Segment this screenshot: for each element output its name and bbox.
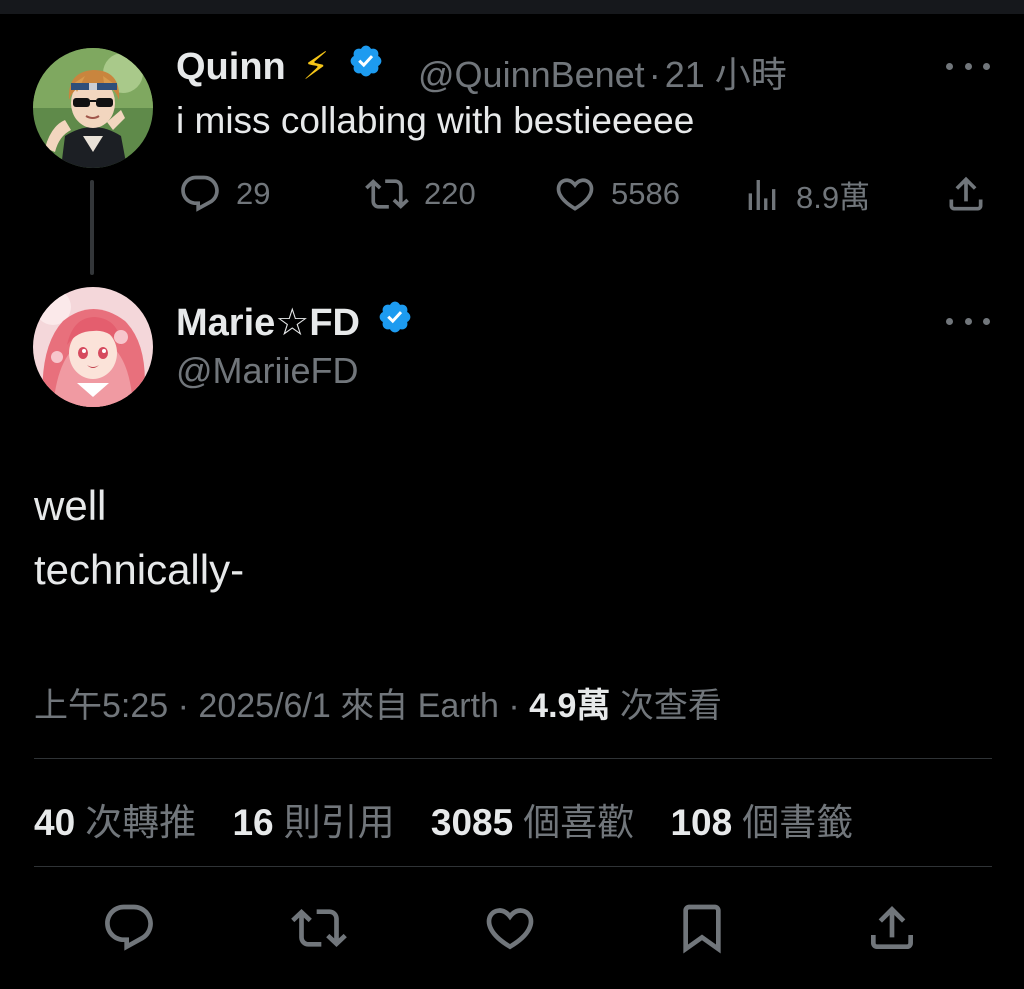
- stat-bookmarks[interactable]: 108 個書籤: [670, 792, 853, 846]
- share-button-main[interactable]: [864, 900, 920, 956]
- retweet-button-main[interactable]: [291, 900, 347, 956]
- tweet-time[interactable]: 21 小時: [665, 54, 787, 95]
- retweet-count: 220: [424, 176, 476, 211]
- tweet-time[interactable]: 上午5:25: [34, 687, 168, 725]
- share-icon: [871, 906, 913, 949]
- reply-parent-text: i miss collabing with bestieeeee: [176, 100, 695, 141]
- lightning-emoji: ⚡: [302, 46, 330, 88]
- stat-quotes[interactable]: 16 則引用: [232, 792, 394, 846]
- author-name-quinn[interactable]: Quinn ⚡: [176, 44, 384, 89]
- divider-top: [34, 758, 992, 759]
- tweet-date[interactable]: 2025/6/1: [198, 687, 330, 725]
- stat-retweets[interactable]: 40 次轉推: [34, 792, 196, 846]
- stat-label: 則引用: [283, 802, 395, 843]
- author-name-marie[interactable]: Marie☆FD: [176, 300, 413, 345]
- reply-icon: [181, 175, 219, 212]
- views-icon: [748, 179, 776, 210]
- author-name-text[interactable]: Quinn: [176, 46, 286, 88]
- stat-label: 個書籤: [742, 802, 854, 843]
- like-count: 5586: [611, 176, 680, 211]
- avatar-quinn[interactable]: [33, 48, 153, 168]
- tweet-stats: 40 次轉推 16 則引用 3085 個喜歡 108 個書籤: [34, 792, 879, 846]
- handle-text[interactable]: @QuinnBenet: [418, 54, 645, 95]
- stat-number: 16: [232, 802, 274, 843]
- stat-label: 個喜歡: [523, 802, 635, 843]
- author-handle-quinn[interactable]: @QuinnBenet · 21 小時: [418, 46, 787, 98]
- retweet-icon: [365, 179, 409, 209]
- reply-icon: [105, 904, 153, 951]
- stat-likes[interactable]: 3085 個喜歡: [431, 792, 634, 846]
- stat-number: 3085: [430, 802, 514, 843]
- views-button[interactable]: 8.9萬: [742, 172, 870, 217]
- author-handle-marie[interactable]: @MariieFD: [176, 350, 359, 392]
- bookmark-button-main[interactable]: [674, 900, 730, 956]
- more-icon[interactable]: [946, 56, 990, 76]
- tweet-text-line-2: technically-: [34, 546, 245, 593]
- top-bar: [0, 0, 1024, 14]
- views-label: 次查看: [619, 687, 722, 725]
- tweet-text-line-1: well: [34, 482, 107, 529]
- views-count: 8.9萬: [796, 180, 871, 215]
- separator: ·: [648, 54, 661, 95]
- verified-badge-icon: [377, 299, 413, 345]
- tweet-source: 來自 Earth: [340, 687, 499, 725]
- share-button[interactable]: [944, 172, 988, 216]
- share-icon: [949, 176, 983, 211]
- thread-connector-line: [90, 180, 94, 275]
- retweet-icon: [291, 909, 347, 947]
- like-button-main[interactable]: [482, 900, 538, 956]
- reply-button[interactable]: 29: [178, 172, 270, 216]
- author-name-text[interactable]: Marie☆FD: [176, 302, 360, 344]
- retweet-button[interactable]: 220: [364, 172, 476, 216]
- more-icon[interactable]: [946, 311, 990, 331]
- stat-number: 108: [670, 802, 733, 843]
- verified-badge-icon: [348, 43, 384, 89]
- stat-number: 40: [34, 802, 76, 843]
- bookmark-icon: [683, 904, 721, 954]
- stat-label: 次轉推: [85, 802, 197, 843]
- divider-bottom: [34, 866, 992, 867]
- heart-icon: [556, 178, 594, 211]
- views-number: 4.9萬: [529, 687, 611, 725]
- heart-icon: [486, 908, 534, 950]
- avatar-marie[interactable]: [33, 287, 153, 407]
- reply-count: 29: [236, 176, 271, 211]
- reply-button-main[interactable]: [101, 900, 157, 956]
- like-button[interactable]: 5586: [553, 172, 680, 216]
- tweet-meta: 上午5:25 · 2025/6/1 來自 Earth · 4.9萬 次查看: [34, 687, 722, 725]
